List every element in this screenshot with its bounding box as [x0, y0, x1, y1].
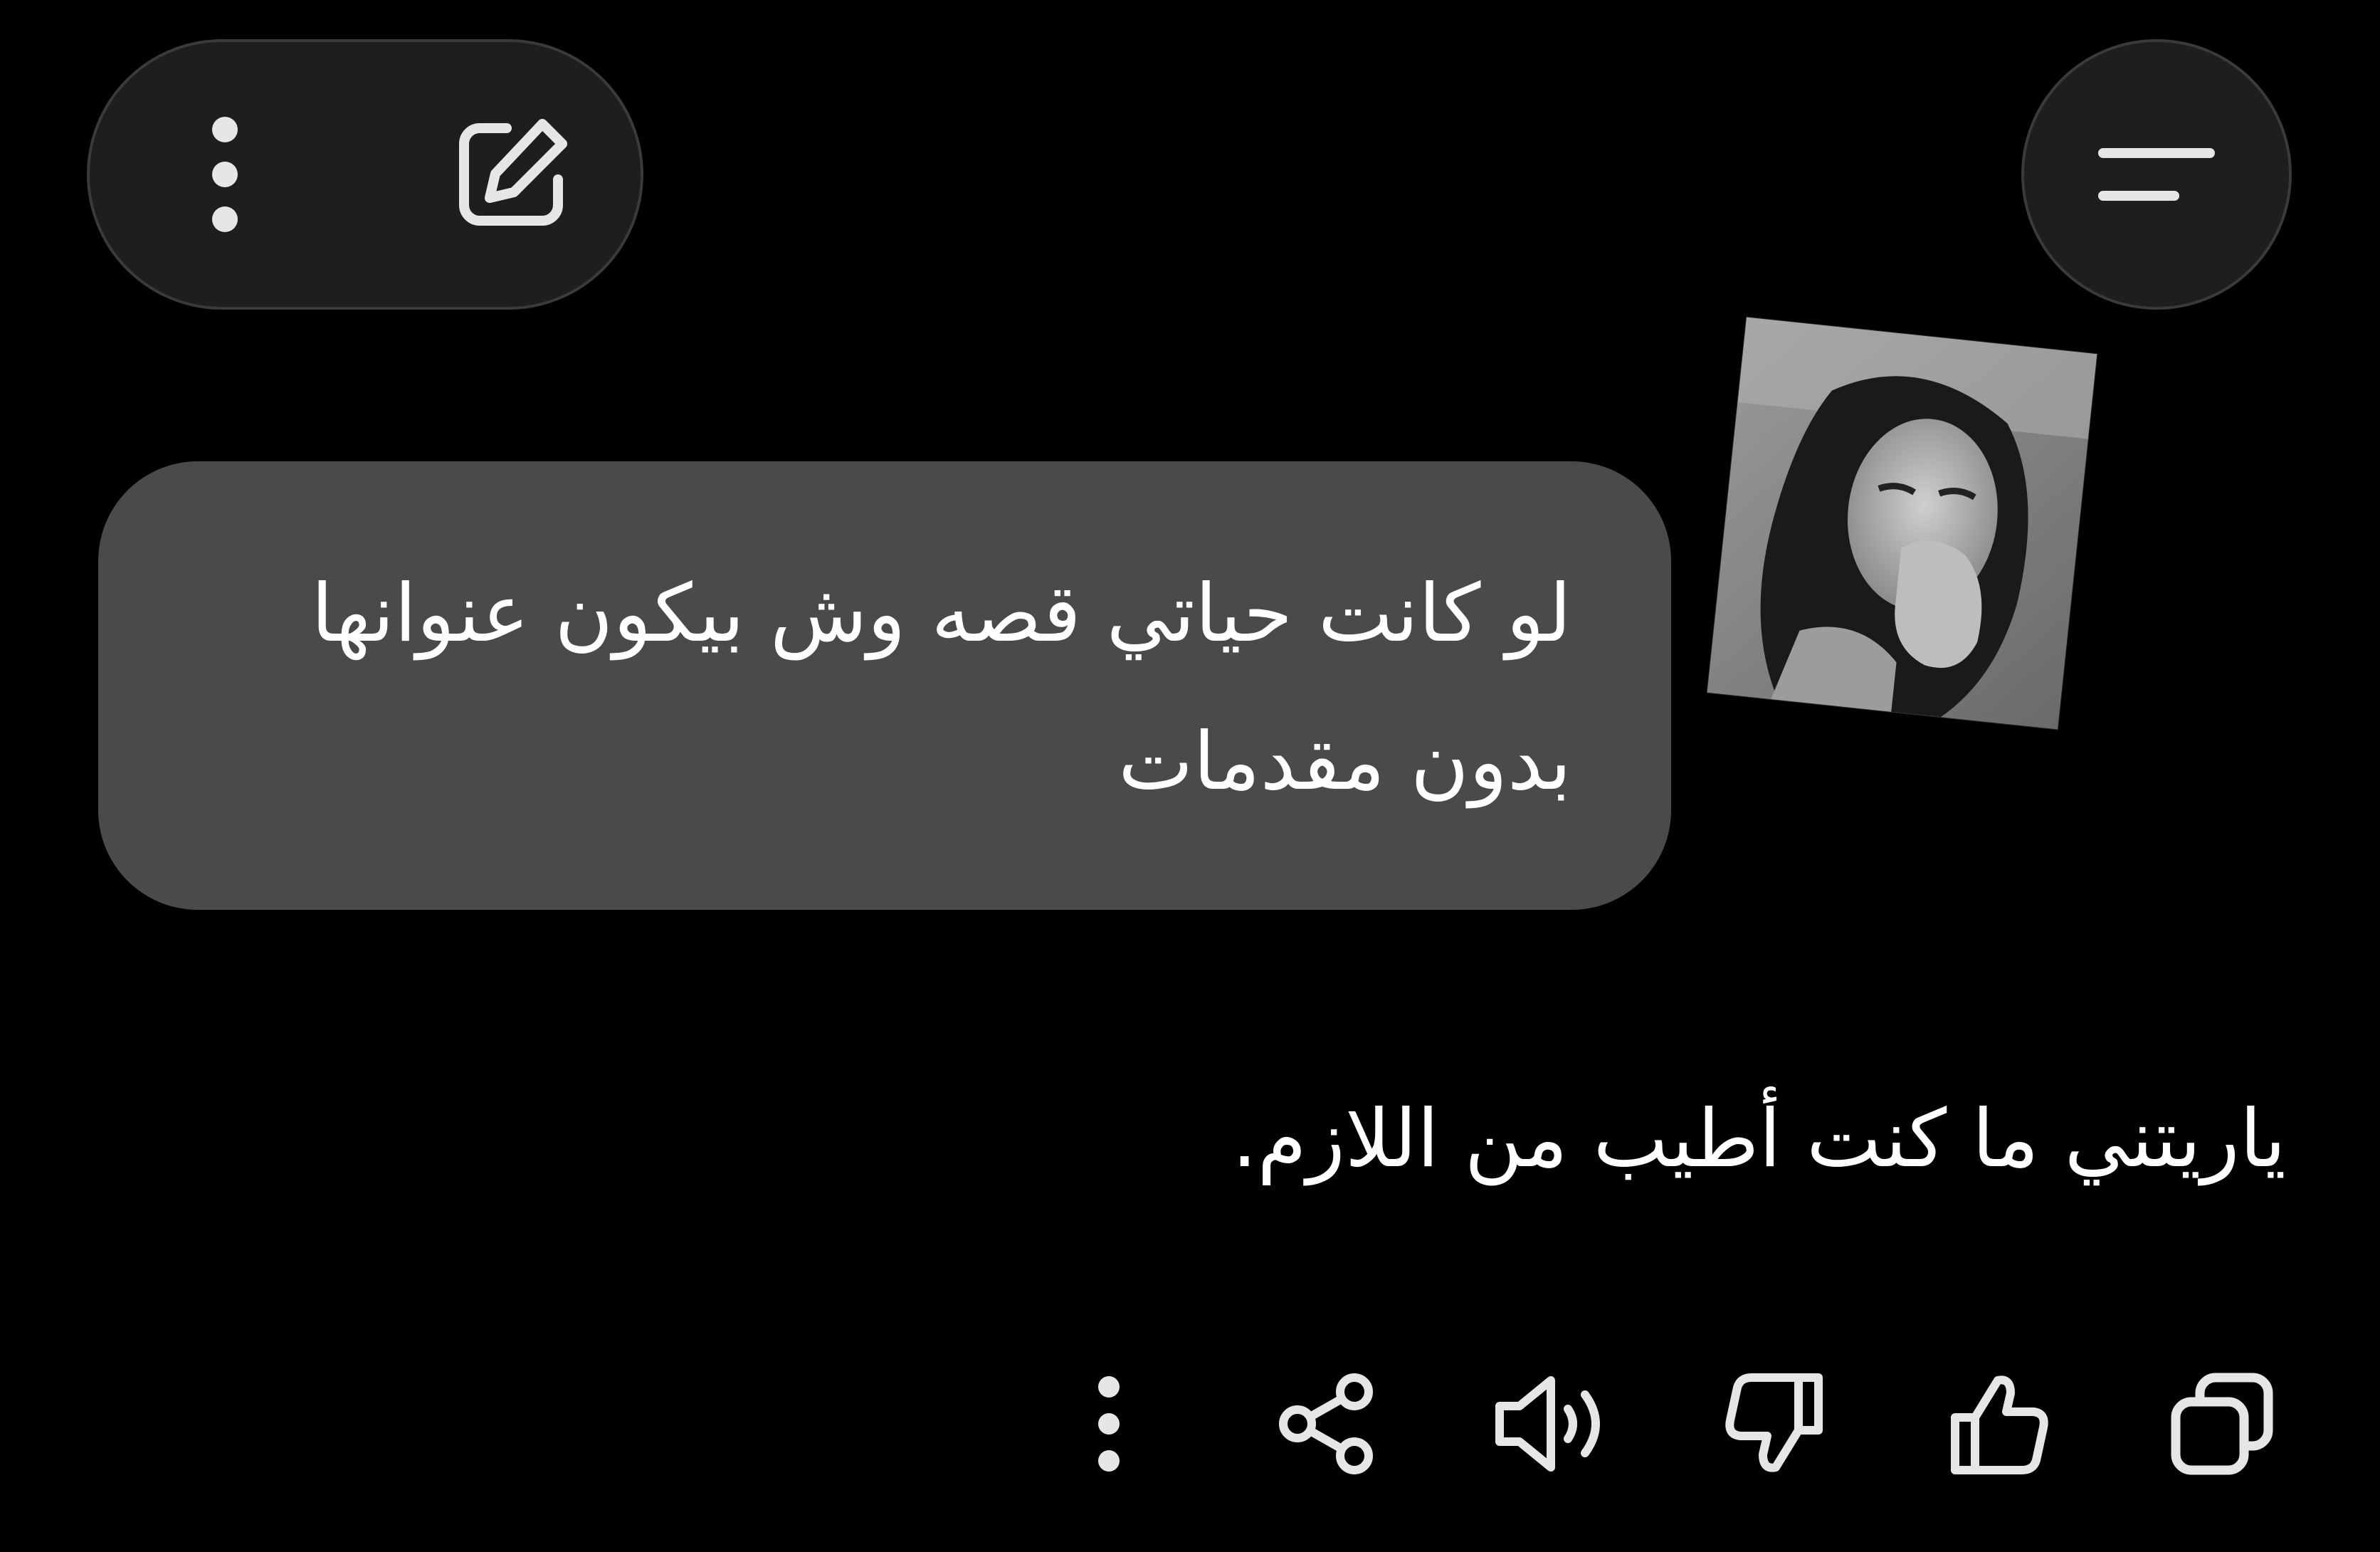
top-actions-pill: [87, 39, 643, 310]
edit-icon: [459, 119, 567, 226]
user-message-text: لو كانت حياتي قصه وش بيكون عنوانها بدون …: [311, 567, 1571, 808]
share-button[interactable]: [1257, 1353, 1399, 1495]
more-vertical-icon: [1098, 1376, 1120, 1472]
more-options-button[interactable]: [168, 103, 282, 246]
thumbs-down-icon: [1725, 1373, 1823, 1472]
response-action-bar: [0, 1353, 2380, 1495]
thumbs-down-button[interactable]: [1704, 1353, 1846, 1495]
read-aloud-button[interactable]: [1480, 1353, 1623, 1495]
user-message-bubble: لو كانت حياتي قصه وش بيكون عنوانها بدون …: [98, 461, 1671, 910]
assistant-message-text: ياريتني ما كنت أطيب من اللازم.: [1231, 1093, 2286, 1185]
copy-icon: [2171, 1373, 2273, 1475]
copy-button[interactable]: [2151, 1353, 2293, 1495]
speaker-icon: [1495, 1376, 1600, 1472]
thumbs-up-button[interactable]: [1927, 1353, 2070, 1495]
more-vertical-icon: [212, 117, 238, 232]
more-actions-button[interactable]: [1038, 1353, 1180, 1495]
share-icon: [1279, 1373, 1373, 1474]
menu-icon: [2098, 148, 2215, 201]
thumbs-up-icon: [1951, 1375, 2048, 1474]
photo-thumbnail: [1707, 317, 2097, 730]
new-chat-button[interactable]: [433, 96, 590, 253]
menu-button[interactable]: [2021, 39, 2292, 310]
photo-attachment[interactable]: [1707, 317, 2097, 730]
